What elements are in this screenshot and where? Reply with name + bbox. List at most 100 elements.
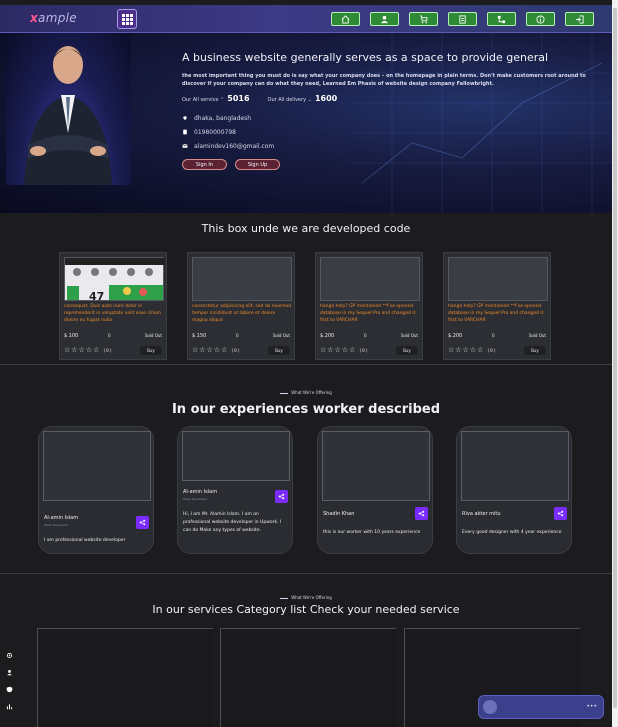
member-bio: I am professional website developer <box>44 538 126 543</box>
top-navbar: xample <box>0 5 612 33</box>
svg-text:47: 47 <box>89 290 104 302</box>
shield-icon[interactable] <box>6 686 13 693</box>
sign-in-button[interactable]: Sign In <box>182 159 227 170</box>
product-price: $.200 <box>320 333 335 339</box>
member-photo <box>461 431 569 501</box>
brand-logo[interactable]: xample <box>30 11 77 25</box>
document-icon[interactable] <box>448 12 477 26</box>
share-icon[interactable] <box>415 507 428 520</box>
star-rating[interactable]: ☆☆☆☆☆ (0) <box>192 346 240 354</box>
team-card[interactable]: Riva akter mitu Every good designer with… <box>456 426 572 554</box>
scrollbar-thumb[interactable] <box>613 8 617 708</box>
member-name: Riva akter mitu <box>462 511 501 517</box>
member-bio: Every good designer with 4 year experien… <box>462 530 562 535</box>
share-icon[interactable] <box>136 516 149 529</box>
product-card[interactable]: consectetur adipisicing elit, sed do eiu… <box>187 252 295 360</box>
product-price: $.200 <box>448 333 463 339</box>
rating-count: (0) <box>231 348 241 353</box>
logo-text: ample <box>38 11 77 25</box>
apps-grid-icon[interactable] <box>117 9 137 29</box>
team-section-title: In our experiences worker described <box>171 402 441 417</box>
rating-count: (0) <box>487 348 497 353</box>
logo-prefix: x <box>30 11 39 25</box>
star-rating[interactable]: ☆☆☆☆☆ (0) <box>320 346 368 354</box>
buy-button[interactable]: Buy <box>524 346 546 355</box>
chevron-down-icon: ⌄ <box>307 97 312 103</box>
category-card[interactable] <box>220 628 396 727</box>
member-photo <box>182 431 290 481</box>
product-image <box>320 257 420 301</box>
member-bio: this is our worker with 10 years experie… <box>323 530 421 535</box>
sold-status: Sold Out <box>400 333 418 338</box>
stat-services: Our All service ⌃ 5016 <box>182 94 250 103</box>
sign-up-button[interactable]: Sign Up <box>235 159 280 170</box>
team-section-tag: What We're Offering <box>0 390 612 395</box>
member-photo <box>43 431 151 501</box>
location-text: dhaka, bangladesh <box>194 114 252 122</box>
phone-icon <box>183 129 187 135</box>
settings-icon[interactable] <box>6 652 13 659</box>
stat-value: 1600 <box>314 94 338 103</box>
stat-value: 5016 <box>227 94 250 103</box>
product-image: 47 <box>64 257 165 303</box>
category-card[interactable] <box>37 628 213 727</box>
contact-location: dhaka, bangladesh <box>182 111 607 125</box>
cart-icon[interactable] <box>409 12 438 26</box>
product-count: 0 <box>108 333 111 338</box>
info-icon[interactable] <box>526 12 555 26</box>
sold-status: Sold Out <box>144 333 162 338</box>
star-rating[interactable]: ☆☆☆☆☆ (0) <box>64 346 112 354</box>
user-icon[interactable] <box>6 669 13 676</box>
share-icon[interactable] <box>275 490 288 503</box>
product-price: $.100 <box>64 333 79 339</box>
product-description: consectetur adipisicing elit, sed do eiu… <box>192 304 292 323</box>
stat-delivery: Our All delivery ⌄ 1600 <box>268 94 338 103</box>
location-pin-icon <box>183 116 187 121</box>
team-card[interactable]: Shadin Khan this is our worker with 10 y… <box>317 426 433 554</box>
product-card[interactable]: hange help? GP mentioned **I've opened d… <box>315 252 423 360</box>
page-scrollbar[interactable] <box>612 0 618 727</box>
email-text[interactable]: alamindev160@gmail.com <box>194 143 274 150</box>
team-card[interactable]: Al-amin Islam Team Developer Hi, I am Mr… <box>177 426 293 554</box>
stat-label: Our All delivery <box>267 97 307 103</box>
buy-button[interactable]: Buy <box>268 346 290 355</box>
sold-status: Sold Out <box>272 333 290 338</box>
floating-social-bar <box>6 652 13 710</box>
rating-count: (0) <box>359 348 369 353</box>
share-icon[interactable] <box>554 507 567 520</box>
hero-title: A business website generally serves as a… <box>182 51 549 64</box>
member-name: Al-amin Islam <box>44 515 79 521</box>
member-photo <box>322 431 430 501</box>
product-card[interactable]: hange help? GP mentioned **I've opened d… <box>443 252 551 360</box>
stat-label: Our All service <box>182 97 219 103</box>
chat-widget[interactable]: ••• <box>478 695 604 719</box>
buy-button[interactable]: Buy <box>140 346 162 355</box>
product-image <box>192 257 292 301</box>
profile-icon[interactable] <box>370 12 399 26</box>
product-image <box>448 257 548 301</box>
product-price: $.150 <box>192 333 207 339</box>
section-divider <box>0 573 612 574</box>
member-role: Team Developer <box>183 497 208 501</box>
section-divider <box>0 364 612 365</box>
network-icon[interactable] <box>487 12 516 26</box>
category-section-title: In our services Category list Check your… <box>152 603 460 616</box>
product-description: hange help? GP mentioned **I've opened d… <box>448 304 544 323</box>
home-icon[interactable] <box>331 12 360 26</box>
product-description: hange help? GP mentioned **I've opened d… <box>320 304 416 323</box>
team-card[interactable]: Al-amin Islam Team Developer I am profes… <box>38 426 154 554</box>
chart-icon[interactable] <box>6 703 13 710</box>
login-icon[interactable] <box>565 12 594 26</box>
star-rating[interactable]: ☆☆☆☆☆ (0) <box>448 346 496 354</box>
member-bio: Hi, I am Mr. Alamin Islam. I am an profe… <box>183 512 282 533</box>
contact-email: alamindev160@gmail.com <box>182 139 607 153</box>
more-options-icon[interactable]: ••• <box>586 703 597 710</box>
member-name: Shadin Khan <box>323 511 355 517</box>
category-section-tag: What We're Offering <box>0 595 612 600</box>
chat-avatar <box>483 700 497 714</box>
product-count: 0 <box>236 333 239 338</box>
contact-phone: 01980000798 <box>182 125 607 139</box>
buy-button[interactable]: Buy <box>396 346 418 355</box>
product-card[interactable]: 47 consequat. Duis aute irure dolor in r… <box>59 252 167 360</box>
hero-section: A business website generally serves as a… <box>0 33 612 213</box>
